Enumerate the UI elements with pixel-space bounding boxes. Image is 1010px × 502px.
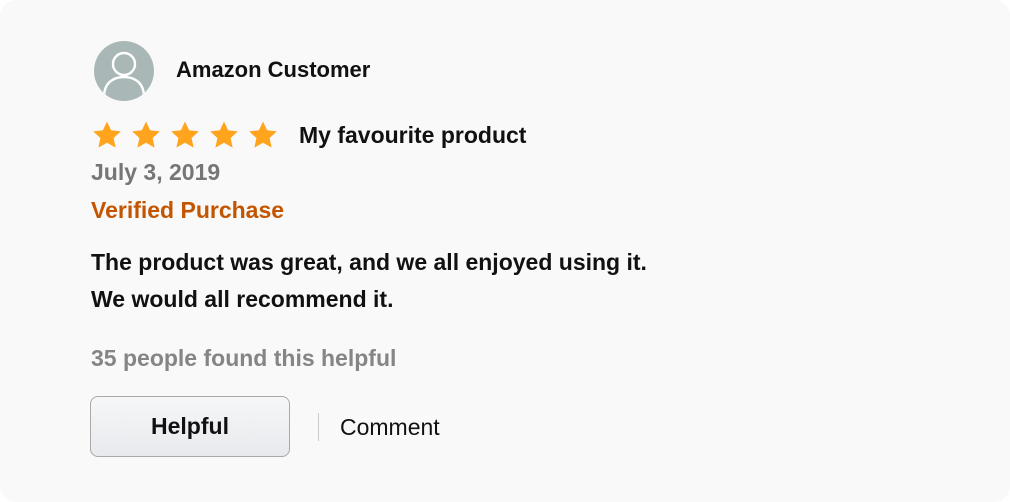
review-body-line: We would all recommend it. — [91, 286, 394, 312]
helpful-button[interactable]: Helpful — [90, 396, 290, 457]
comment-link[interactable]: Comment — [340, 412, 440, 442]
action-divider — [318, 413, 319, 441]
review-body-line: The product was great, and we all enjoye… — [91, 249, 647, 275]
star-icon — [249, 121, 277, 148]
star-icon — [93, 121, 121, 148]
verified-purchase-badge: Verified Purchase — [91, 197, 285, 223]
review-card: Amazon Customer My favourite product Jul… — [0, 0, 1010, 502]
helpful-count: 35 people found this helpful — [91, 345, 397, 371]
star-rating — [91, 120, 279, 150]
review-title[interactable]: My favourite product — [299, 121, 526, 149]
review-date: July 3, 2019 — [91, 159, 221, 185]
star-icon — [210, 121, 238, 148]
star-icon — [171, 121, 199, 148]
review-body: The product was great, and we all enjoye… — [91, 244, 647, 318]
star-icon — [132, 121, 160, 148]
reviewer-avatar — [94, 41, 154, 101]
reviewer-name: Amazon Customer — [176, 57, 371, 82]
person-silhouette-icon — [102, 51, 146, 98]
